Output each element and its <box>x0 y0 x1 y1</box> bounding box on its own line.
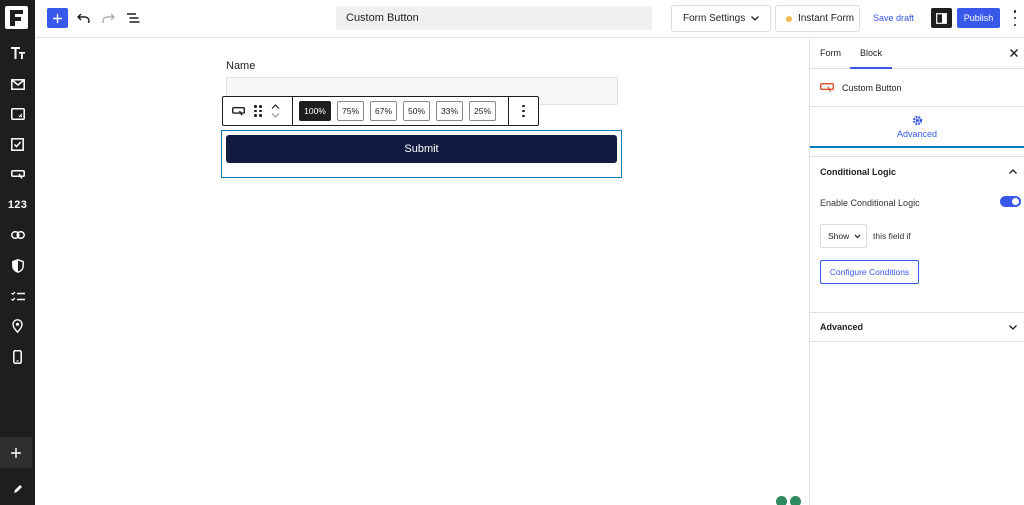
block-toolbar: 100% 75% 67% 50% 33% 25% <box>222 96 539 126</box>
name-field-label: Name <box>226 60 256 72</box>
checkbox-icon[interactable] <box>0 129 35 159</box>
link-icon[interactable] <box>0 220 35 250</box>
form-settings-label: Form Settings <box>683 13 746 24</box>
settings-panel: Form Block Custom Button Advanced Condit… <box>809 39 1024 505</box>
width-25-button[interactable]: 25% <box>469 101 496 121</box>
number-icon[interactable]: 123 <box>0 190 35 220</box>
tab-block[interactable]: Block <box>860 48 882 58</box>
status-dot-icon <box>786 15 792 22</box>
instant-form-button[interactable]: Instant Form <box>775 5 860 32</box>
textarea-icon[interactable] <box>0 99 35 129</box>
conditional-logic-toggle[interactable] <box>1000 196 1021 207</box>
close-icon[interactable] <box>1008 47 1020 59</box>
plus-icon <box>53 13 62 23</box>
add-field-button[interactable] <box>0 437 32 468</box>
conditional-logic-header[interactable]: Conditional Logic <box>810 156 1024 186</box>
chevron-down-icon <box>854 234 861 238</box>
top-toolbar: Custom Button Form Settings Instant Form… <box>35 0 1024 38</box>
advanced-tab-label: Advanced <box>896 128 938 139</box>
plus-icon <box>11 447 21 458</box>
advanced-section-title: Advanced <box>820 322 864 332</box>
advanced-section-header[interactable]: Advanced <box>810 312 1024 342</box>
mail-icon[interactable] <box>0 69 35 99</box>
gear-icon <box>912 115 922 125</box>
editor-canvas: Name 100% 75% 67% 50% 33% 25% Submit <box>35 39 808 505</box>
redo-icon[interactable] <box>99 9 117 27</box>
field-if-text: this field if <box>873 231 911 241</box>
button-icon[interactable] <box>0 159 35 189</box>
floating-widgets <box>776 496 801 505</box>
tab-advanced[interactable]: Advanced <box>810 107 1024 148</box>
width-33-button[interactable]: 33% <box>436 101 463 121</box>
configure-conditions-button[interactable]: Configure Conditions <box>820 260 919 284</box>
assistant-icon[interactable] <box>790 496 801 505</box>
conditional-logic-title: Conditional Logic <box>820 166 896 177</box>
move-down-icon[interactable] <box>271 113 280 118</box>
list-view-icon[interactable] <box>124 9 142 27</box>
button-block-icon[interactable] <box>232 106 245 116</box>
save-draft-button[interactable]: Save draft <box>873 13 914 23</box>
drag-handle-icon[interactable] <box>254 105 262 117</box>
width-75-button[interactable]: 75% <box>337 101 364 121</box>
active-tab-indicator <box>850 67 892 69</box>
block-movers <box>271 104 280 118</box>
conditional-logic-body: Enable Conditional Logic Show this field… <box>810 186 1024 304</box>
more-options-icon[interactable] <box>1010 10 1020 26</box>
move-up-icon[interactable] <box>271 104 280 109</box>
location-pin-icon[interactable] <box>0 311 35 341</box>
chevron-down-icon <box>1009 325 1017 330</box>
instant-form-label: Instant Form <box>798 13 855 24</box>
width-100-button[interactable]: 100% <box>299 101 331 121</box>
width-options: 100% 75% 67% 50% 33% 25% <box>293 97 509 125</box>
left-rail: 123 <box>0 0 35 505</box>
publish-button[interactable]: Publish <box>957 8 1000 28</box>
checklist-icon[interactable] <box>0 281 35 311</box>
add-block-button[interactable] <box>47 8 68 28</box>
button-block-icon <box>820 83 834 92</box>
width-50-button[interactable]: 50% <box>403 101 430 121</box>
settings-sidebar-toggle[interactable] <box>931 8 952 28</box>
phone-icon[interactable] <box>0 342 35 372</box>
panel-tabs: Form Block <box>810 39 1024 69</box>
tab-form[interactable]: Form <box>820 48 841 58</box>
shield-icon[interactable] <box>0 251 35 281</box>
enable-conditional-logic-label: Enable Conditional Logic <box>820 198 920 208</box>
undo-icon[interactable] <box>74 9 92 27</box>
sidebar-icon <box>936 12 947 24</box>
block-options-icon[interactable] <box>522 104 525 118</box>
width-67-button[interactable]: 67% <box>370 101 397 121</box>
chevron-up-icon <box>1009 168 1017 174</box>
block-name: Custom Button <box>842 82 902 93</box>
submit-button[interactable]: Submit <box>226 135 617 163</box>
custom-button-block[interactable]: Submit <box>221 130 622 178</box>
pen-icon[interactable] <box>0 474 35 504</box>
text-type-icon[interactable] <box>0 38 35 68</box>
show-hide-select[interactable]: Show <box>820 224 867 248</box>
form-settings-button[interactable]: Form Settings <box>671 5 771 32</box>
app-logo-icon[interactable] <box>5 6 28 29</box>
block-card: Custom Button <box>810 69 1024 107</box>
chevron-down-icon <box>751 16 759 21</box>
show-select-value: Show <box>828 231 850 241</box>
grammar-icon[interactable] <box>776 496 787 505</box>
document-title[interactable]: Custom Button <box>336 6 652 30</box>
